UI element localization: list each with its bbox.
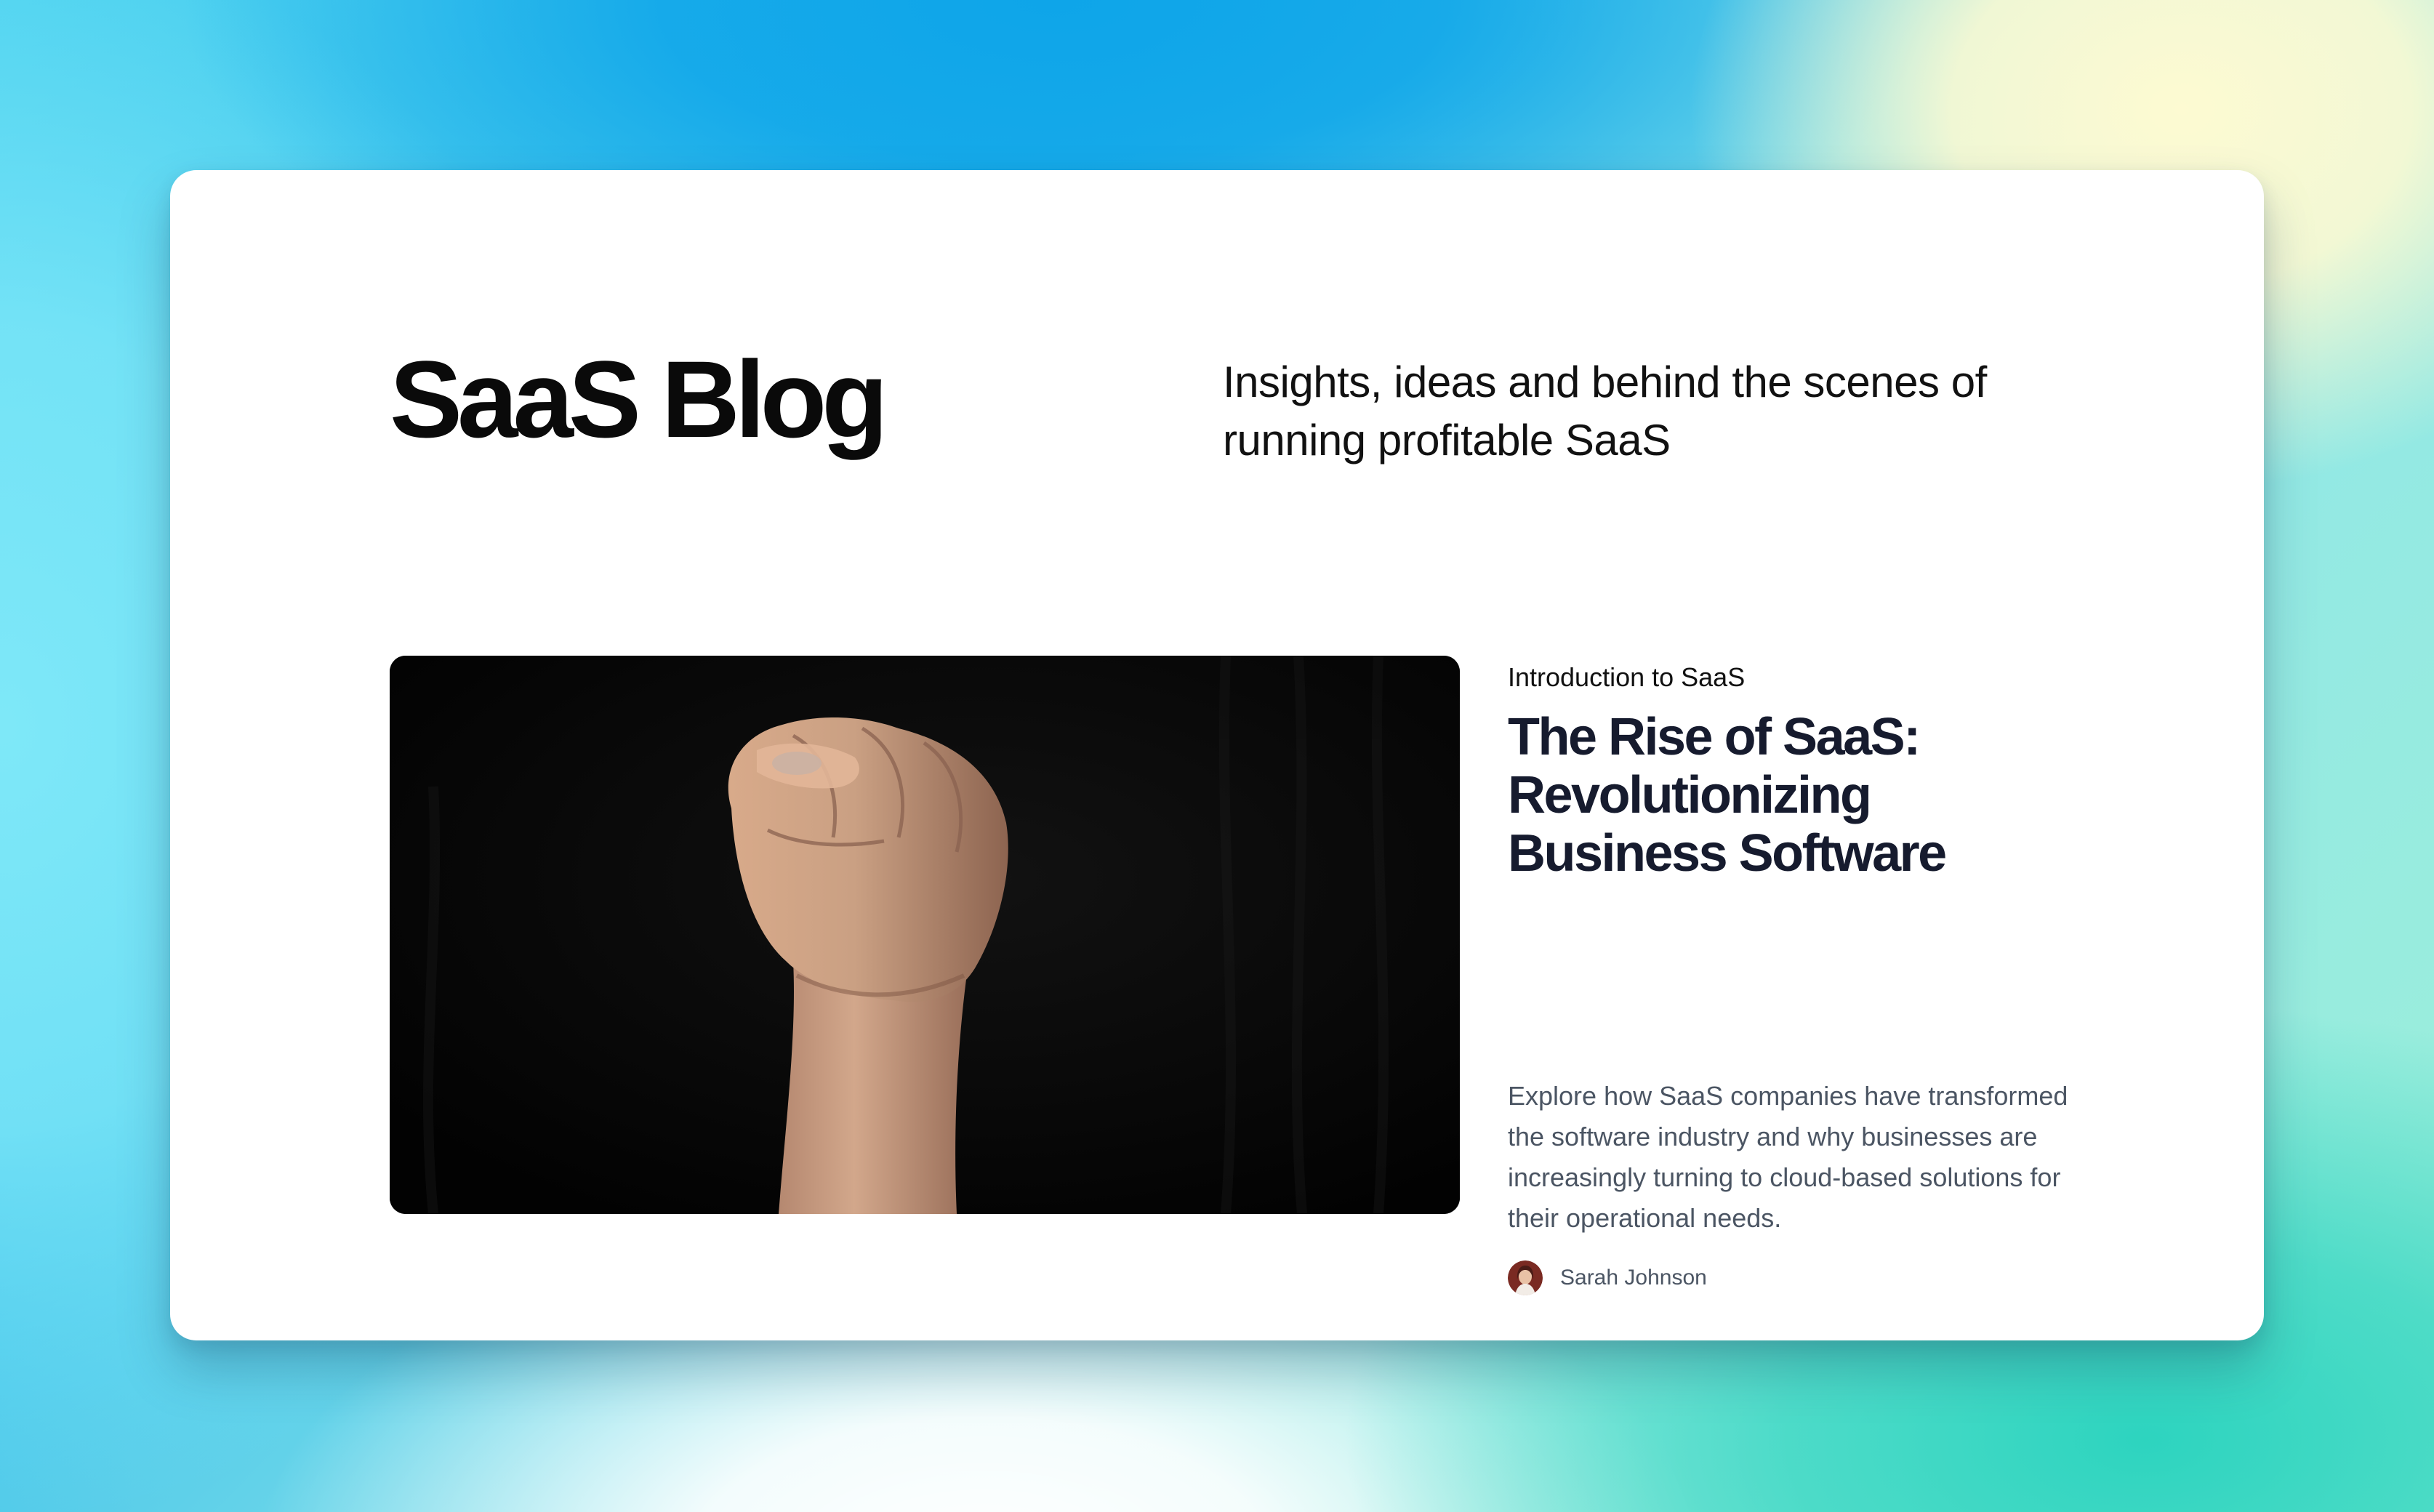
blog-title[interactable]: SaaS Blog [390,345,888,454]
post-author[interactable]: Sarah Johnson [1508,1259,1707,1297]
blog-card: SaaS Blog Insights, ideas and behind the… [170,170,2264,1340]
blog-tagline: Insights, ideas and behind the scenes of… [1223,358,1987,465]
avatar-icon [1508,1260,1543,1295]
post-title[interactable]: The Rise of SaaS: Revolutionizing Busine… [1508,708,2060,882]
raised-fist-photo [390,656,1460,1214]
author-name: Sarah Johnson [1560,1266,1707,1290]
featured-post-image[interactable] [390,656,1460,1214]
author-avatar [1508,1260,1543,1295]
post-category[interactable]: Introduction to SaaS [1508,662,1745,693]
post-excerpt: Explore how SaaS companies have transfor… [1508,1081,2068,1233]
